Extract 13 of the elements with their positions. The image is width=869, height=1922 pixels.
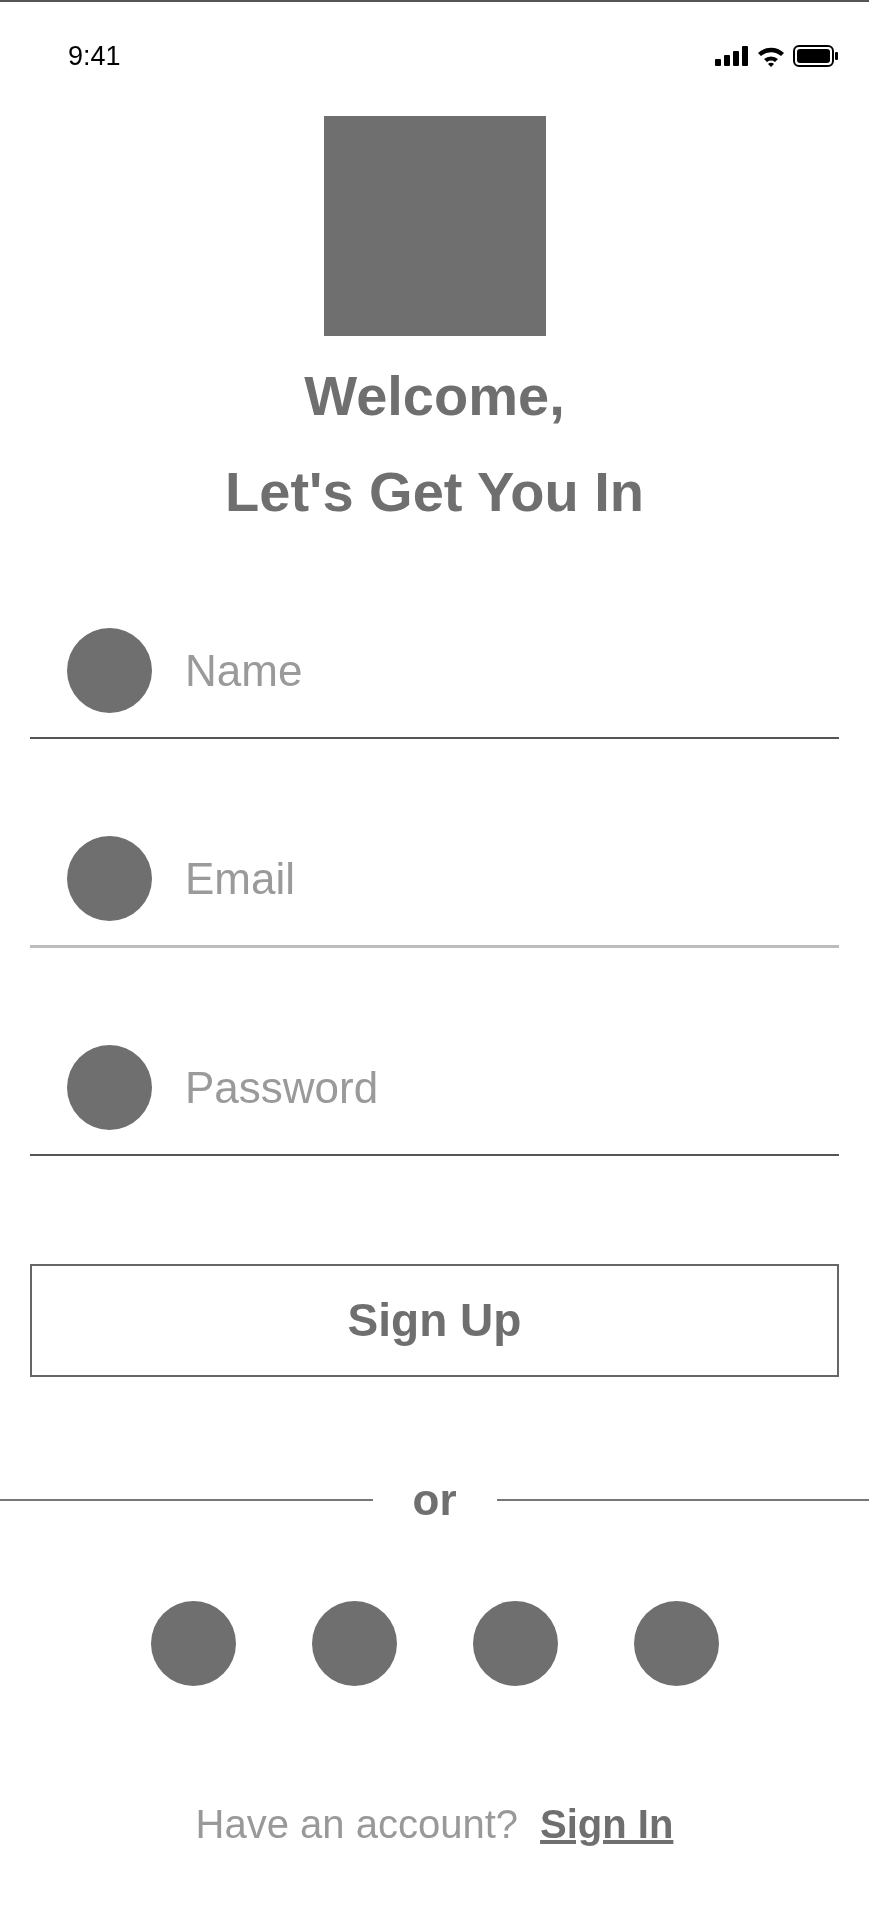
battery-icon [793, 45, 839, 67]
divider-label: or [411, 1474, 458, 1526]
input-field[interactable]: Name [185, 637, 785, 704]
signal-icon [715, 46, 749, 66]
input-field[interactable]: Password [185, 1054, 785, 1121]
welcome-title: Welcome, [304, 363, 565, 429]
status-time: 9:41 [68, 39, 121, 73]
wifi-icon [757, 45, 785, 67]
input-field[interactable]: Email [185, 845, 785, 912]
sign-in-link[interactable]: Sign In [540, 1794, 674, 1854]
account-prompt: Have an account? [195, 1801, 519, 1848]
welcome-title: Let's Get You In [225, 459, 644, 525]
sign-up-button[interactable]: Sign Up [30, 1264, 839, 1377]
